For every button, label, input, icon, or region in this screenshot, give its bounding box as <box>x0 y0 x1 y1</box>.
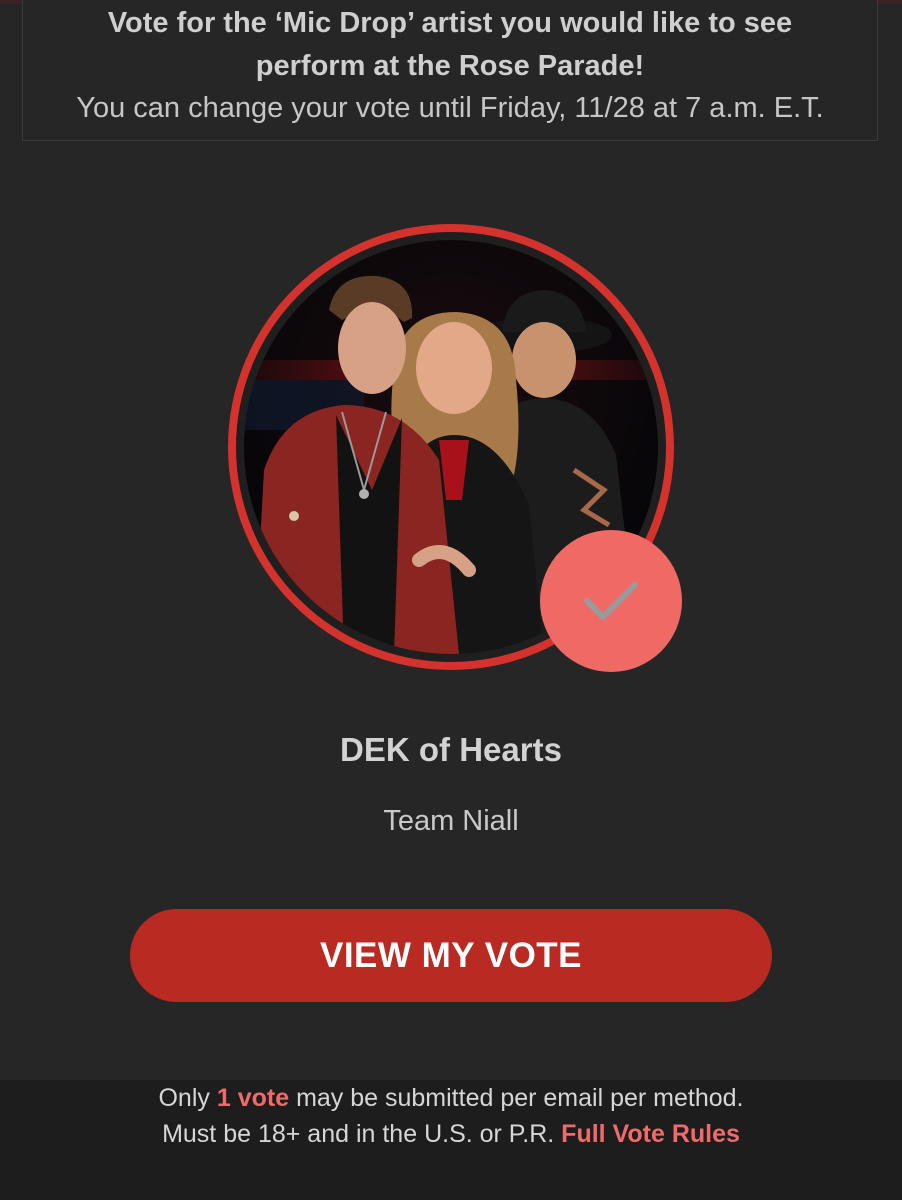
vote-rules-footer: Only 1 vote may be submitted per email p… <box>0 1080 902 1200</box>
view-my-vote-button[interactable]: VIEW MY VOTE <box>130 909 772 1002</box>
footer-line-2: Must be 18+ and in the U.S. or P.R. Full… <box>162 1120 740 1148</box>
instructions-title: Vote for the ‘Mic Drop’ artist you would… <box>23 0 877 88</box>
artist-name: DEK of Hearts <box>340 731 562 768</box>
vote-limit-highlight: 1 vote <box>216 1084 290 1112</box>
vote-deadline-text: You can change your vote until Friday, 1… <box>76 92 824 124</box>
check-icon <box>584 582 638 620</box>
vote-instructions-card: Vote for the ‘Mic Drop’ artist you would… <box>22 0 878 141</box>
vote-page: Vote for the ‘Mic Drop’ artist you would… <box>0 0 902 1200</box>
full-vote-rules-link[interactable]: Full Vote Rules <box>561 1120 740 1148</box>
instructions-title-line1: Vote for the ‘Mic Drop’ artist you would… <box>107 7 793 39</box>
instructions-title-line2: perform at the Rose Parade! <box>255 50 645 82</box>
footer-line-1: Only 1 vote may be submitted per email p… <box>158 1084 744 1112</box>
selected-check-badge <box>540 530 682 672</box>
artist-team: Team Niall <box>383 805 519 837</box>
